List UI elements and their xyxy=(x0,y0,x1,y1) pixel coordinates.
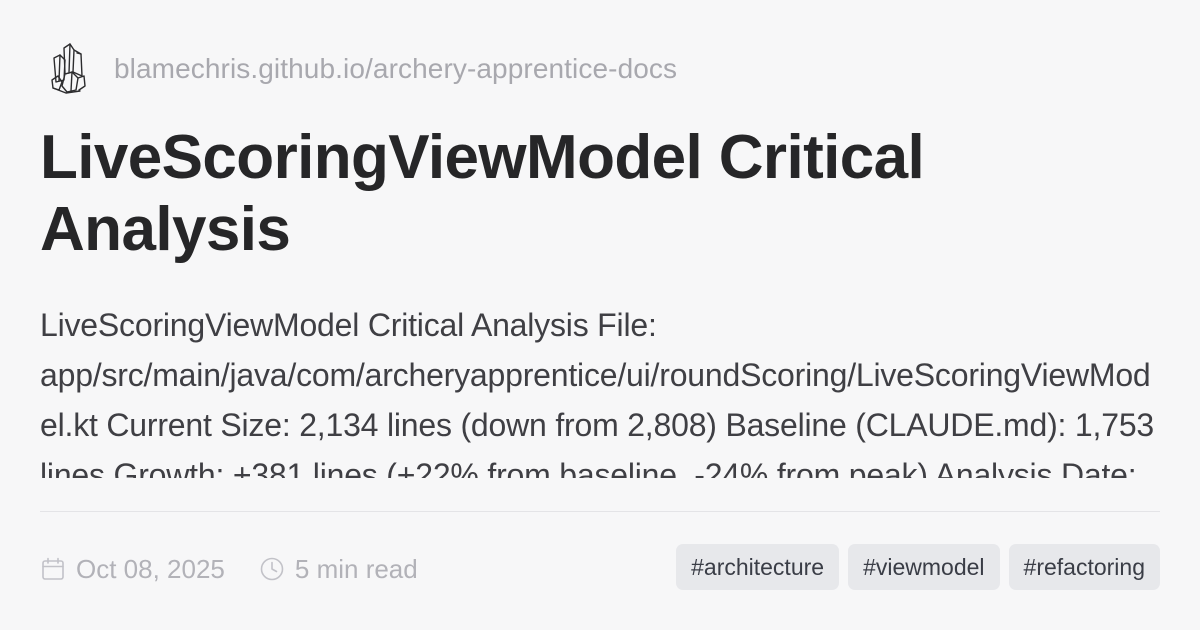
post-excerpt: LiveScoringViewModel Critical Analysis F… xyxy=(40,307,1155,478)
divider xyxy=(40,511,1160,512)
tag-viewmodel[interactable]: #viewmodel xyxy=(848,544,1000,590)
tag-list: #architecture #viewmodel #refactoring xyxy=(667,544,1160,590)
clock-icon xyxy=(259,556,295,582)
tag-architecture[interactable]: #architecture xyxy=(676,544,840,590)
site-header: blamechris.github.io/archery-apprentice-… xyxy=(48,42,677,96)
read-time: 5 min read xyxy=(259,554,418,585)
read-time-text: 5 min read xyxy=(294,553,418,584)
post-date: Oct 08, 2025 xyxy=(40,554,225,585)
post-title: LiveScoringViewModel Critical Analysis xyxy=(40,123,925,264)
calendar-icon xyxy=(40,556,76,582)
post-meta: Oct 08, 2025 5 min read xyxy=(40,546,418,592)
post-date-text: Oct 08, 2025 xyxy=(76,553,225,584)
site-url[interactable]: blamechris.github.io/archery-apprentice-… xyxy=(114,53,677,85)
crystal-icon xyxy=(48,42,88,96)
tag-refactoring[interactable]: #refactoring xyxy=(1008,544,1160,590)
